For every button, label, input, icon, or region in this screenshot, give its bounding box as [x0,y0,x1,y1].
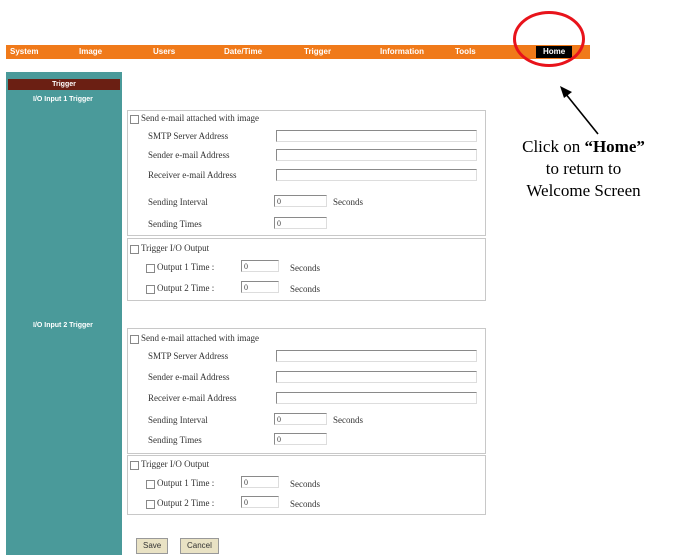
output2-unit-1: Seconds [290,284,320,294]
sender-input-2[interactable] [276,371,477,383]
nav-tools[interactable]: Tools [455,45,476,59]
output1-unit-1: Seconds [290,263,320,273]
smtp-input-1[interactable] [276,130,477,142]
times-input-1[interactable]: 0 [274,217,327,229]
save-button[interactable]: Save [136,538,169,554]
nav-users[interactable]: Users [153,45,175,59]
output1-input-2[interactable]: 0 [241,476,279,488]
cancel-button[interactable]: Cancel [180,538,219,554]
annotation-text: Click on “Home” to return to Welcome Scr… [486,136,681,202]
annotation-prefix: Click on [522,137,585,156]
output2-input-1[interactable]: 0 [241,281,279,293]
output1-label-2: Output 1 Time : [157,478,215,488]
nav-date-time[interactable]: Date/Time [224,45,262,59]
interval-input-1[interactable]: 0 [274,195,327,207]
output2-input-2[interactable]: 0 [241,496,279,508]
times-label-1: Sending Times [148,219,202,229]
annotation-line2: to return to [545,159,622,178]
io-check-label-1: Trigger I/O Output [141,243,210,253]
output1-unit-2: Seconds [290,479,320,489]
output2-checkbox-1[interactable] [146,285,155,294]
smtp-label-2: SMTP Server Address [148,351,229,361]
output2-checkbox-2[interactable] [146,500,155,509]
highlight-circle [513,11,585,67]
sidebar [6,72,122,555]
sidebar-tab-trigger[interactable]: Trigger [8,79,120,90]
sender-label-2: Sender e-mail Address [148,372,230,382]
sender-input-1[interactable] [276,149,477,161]
smtp-input-2[interactable] [276,350,477,362]
top-nav-bar: System Image Users Date/Time Trigger Inf… [6,45,590,59]
times-label-2: Sending Times [148,435,202,445]
nav-information[interactable]: Information [380,45,424,59]
nav-trigger[interactable]: Trigger [304,45,331,59]
nav-system[interactable]: System [10,45,38,59]
annotation-home: “Home” [584,137,645,156]
section-label-input2: I/O Input 2 Trigger [33,322,93,329]
annotation-line3: Welcome Screen [526,181,641,200]
section-label-input1: I/O Input 1 Trigger [33,96,93,103]
interval-label-2: Sending Interval [148,415,208,425]
output1-checkbox-2[interactable] [146,480,155,489]
times-input-2[interactable]: 0 [274,433,327,445]
receiver-input-2[interactable] [276,392,477,404]
output2-unit-2: Seconds [290,499,320,509]
interval-label-1: Sending Interval [148,197,208,207]
email-checkbox-2[interactable] [130,335,139,344]
smtp-label-1: SMTP Server Address [148,131,229,141]
interval-unit-2: Seconds [333,415,363,425]
email-check-label-2: Send e-mail attached with image [141,333,259,343]
receiver-input-1[interactable] [276,169,477,181]
receiver-label-1: Receiver e-mail Address [148,170,237,180]
io-checkbox-1[interactable] [130,245,139,254]
receiver-label-2: Receiver e-mail Address [148,393,237,403]
output2-label-1: Output 2 Time : [157,283,215,293]
pointer-arrow-icon [560,86,599,135]
email-checkbox-1[interactable] [130,115,139,124]
email-check-label-1: Send e-mail attached with image [141,113,259,123]
output1-label-1: Output 1 Time : [157,262,215,272]
nav-image[interactable]: Image [79,45,102,59]
io-check-label-2: Trigger I/O Output [141,459,210,469]
interval-unit-1: Seconds [333,197,363,207]
output2-label-2: Output 2 Time : [157,498,215,508]
output1-input-1[interactable]: 0 [241,260,279,272]
output1-checkbox-1[interactable] [146,264,155,273]
interval-input-2[interactable]: 0 [274,413,327,425]
io-checkbox-2[interactable] [130,461,139,470]
sender-label-1: Sender e-mail Address [148,150,230,160]
